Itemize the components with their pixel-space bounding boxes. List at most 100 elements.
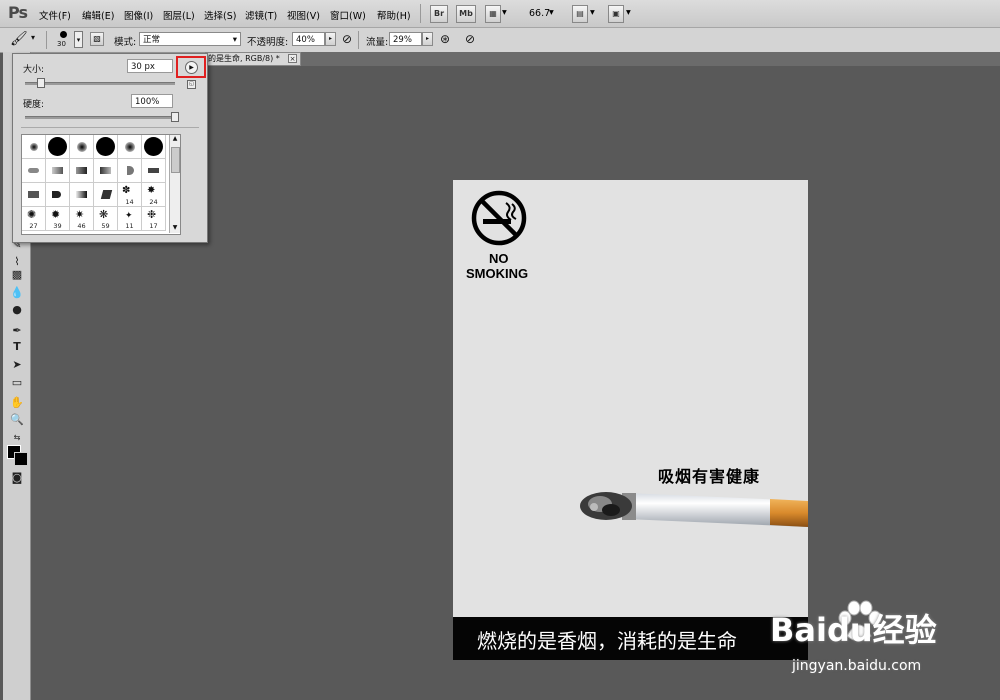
opacity-input[interactable]: 40% [292, 32, 325, 46]
minibridge-button[interactable]: Mb [456, 5, 476, 23]
tagline-band: 燃烧的是香烟，消耗的是生命 [453, 617, 808, 660]
brush-size-input[interactable]: 30 px [127, 59, 173, 73]
brush-preset[interactable]: ❉ 17 [142, 207, 166, 231]
app-logo: Ps [8, 3, 28, 22]
hand-tool-icon[interactable]: ✋ [9, 396, 25, 410]
arrange-documents-button[interactable]: ▤ [572, 5, 588, 23]
pressure-opacity-icon[interactable]: ⊘ [342, 32, 352, 46]
scroll-thumb[interactable] [171, 147, 180, 173]
opacity-label: 不透明度: [247, 37, 289, 48]
quick-mask-icon[interactable]: ◙ [9, 471, 25, 485]
brush-preset[interactable] [94, 183, 118, 207]
brush-preset[interactable] [70, 183, 94, 207]
brush-preset[interactable] [46, 183, 70, 207]
no-smoking-line2: SMOKING [466, 266, 529, 281]
pressure-size-icon[interactable]: ⊘ [465, 32, 475, 46]
menu-image[interactable]: 图像(I) [124, 8, 153, 22]
presets-scrollbar[interactable]: ▲ ▼ [169, 135, 180, 233]
brush-preset-size: 46 [77, 222, 86, 230]
panel-menu-arrow-icon[interactable]: ▶ [185, 61, 198, 74]
flow-slider-toggle[interactable]: ▸ [422, 32, 433, 46]
mode-label: 模式: [114, 37, 137, 48]
screen-mode-button[interactable]: ▣ [608, 5, 624, 23]
shape-tool-icon[interactable]: ▭ [9, 376, 25, 390]
brush-preset[interactable] [22, 183, 46, 207]
zoom-level[interactable]: 66.7 [529, 8, 550, 19]
gradient-tool-icon[interactable]: ▩ [9, 268, 25, 282]
brush-preset[interactable] [22, 135, 46, 159]
hardness-slider-track[interactable] [25, 116, 175, 119]
brush-preset[interactable] [94, 135, 118, 159]
view-extras-button[interactable]: ▦ [485, 5, 501, 23]
brush-picker-toggle[interactable]: ▾ [74, 31, 83, 48]
background-color-swatch[interactable] [14, 452, 28, 466]
brush-preset[interactable]: ✸ 24 [142, 183, 166, 207]
brush-preset[interactable] [94, 159, 118, 183]
document-canvas[interactable]: NO SMOKING 吸烟有害健康 燃烧的是香烟，消耗的是生命 [453, 180, 808, 660]
brush-preset-preview[interactable]: 30 [55, 30, 73, 50]
no-smoking-sign-icon [471, 190, 527, 246]
arrange-dropdown-icon[interactable]: ▾ [590, 7, 595, 18]
menu-filter[interactable]: 滤镜(T) [245, 8, 277, 22]
menu-help[interactable]: 帮助(H) [377, 8, 411, 22]
document-tab-title: 的是生命, RGB/8) * [208, 54, 280, 63]
scroll-up-icon[interactable]: ▲ [170, 135, 180, 143]
tool-preset-dropdown-icon[interactable]: ▾ [31, 33, 35, 42]
type-tool-icon[interactable]: T [9, 340, 25, 354]
size-slider-thumb[interactable] [37, 78, 45, 88]
brush-preset[interactable] [46, 135, 70, 159]
chevron-down-icon: ▾ [232, 35, 237, 45]
blend-mode-select[interactable]: 正常 ▾ [139, 32, 241, 46]
brush-preset[interactable]: ✺ 27 [22, 207, 46, 231]
document-tab[interactable]: 的是生命, RGB/8) * [205, 52, 301, 66]
pen-tool-icon[interactable]: ✒ [9, 324, 25, 338]
brush-preset[interactable] [118, 159, 142, 183]
menu-edit[interactable]: 编辑(E) [82, 8, 114, 22]
zoom-tool-icon[interactable]: 🔍 [9, 413, 25, 427]
scroll-down-icon[interactable]: ▼ [170, 224, 180, 232]
brush-preset[interactable] [70, 135, 94, 159]
divider [420, 4, 421, 23]
brush-preset[interactable] [70, 159, 94, 183]
screen-mode-dropdown-icon[interactable]: ▾ [626, 7, 631, 18]
zoom-dropdown-icon[interactable]: ▾ [549, 7, 554, 18]
flow-label: 流量: [366, 37, 389, 48]
menu-view[interactable]: 视图(V) [287, 8, 320, 22]
poster-headline: 吸烟有害健康 [658, 467, 761, 486]
menu-layer[interactable]: 图层(L) [163, 8, 195, 22]
brush-preset[interactable] [142, 159, 166, 183]
brush-preset[interactable] [142, 135, 166, 159]
no-smoking-line1: NO [489, 251, 509, 266]
swap-colors-icon[interactable]: ⇆ [9, 431, 25, 445]
brush-preset[interactable]: ✹ 39 [46, 207, 70, 231]
dropdown-arrow-icon[interactable]: ▾ [502, 7, 507, 18]
hardness-slider-thumb[interactable] [171, 112, 179, 122]
brush-preset[interactable]: ❋ 59 [94, 207, 118, 231]
dodge-tool-icon[interactable]: ● [9, 303, 25, 317]
brush-panel-toggle-icon[interactable]: ▧ [90, 32, 104, 46]
airbrush-icon[interactable]: ⊛ [440, 32, 450, 46]
brush-tip-icon [60, 31, 67, 38]
path-selection-icon[interactable]: ➤ [9, 358, 25, 372]
brush-preset[interactable]: ✦ 11 [118, 207, 142, 231]
opacity-slider-toggle[interactable]: ▸ [325, 32, 336, 46]
brush-preset[interactable]: ✷ 46 [70, 207, 94, 231]
blur-tool-icon[interactable]: 💧 [9, 286, 25, 300]
new-preset-icon[interactable]: ◱ [187, 80, 196, 89]
size-slider-track[interactable] [25, 82, 175, 85]
hardness-input[interactable]: 100% [131, 94, 173, 108]
menu-window[interactable]: 窗口(W) [330, 8, 366, 22]
close-tab-icon[interactable]: × [288, 54, 297, 63]
brush-preset[interactable]: ✽ 14 [118, 183, 142, 207]
brush-preset[interactable] [46, 159, 70, 183]
divider [46, 31, 47, 49]
brush-tool-icon[interactable]: 🖌 [10, 31, 28, 47]
watermark-url: jingyan.baidu.com [792, 658, 922, 674]
brush-preset[interactable] [118, 135, 142, 159]
flow-input[interactable]: 29% [389, 32, 422, 46]
menu-file[interactable]: 文件(F) [39, 8, 71, 22]
menu-select[interactable]: 选择(S) [204, 8, 236, 22]
history-brush-icon[interactable]: ⌇ [9, 255, 25, 269]
bridge-button[interactable]: Br [430, 5, 448, 23]
brush-preset[interactable] [22, 159, 46, 183]
